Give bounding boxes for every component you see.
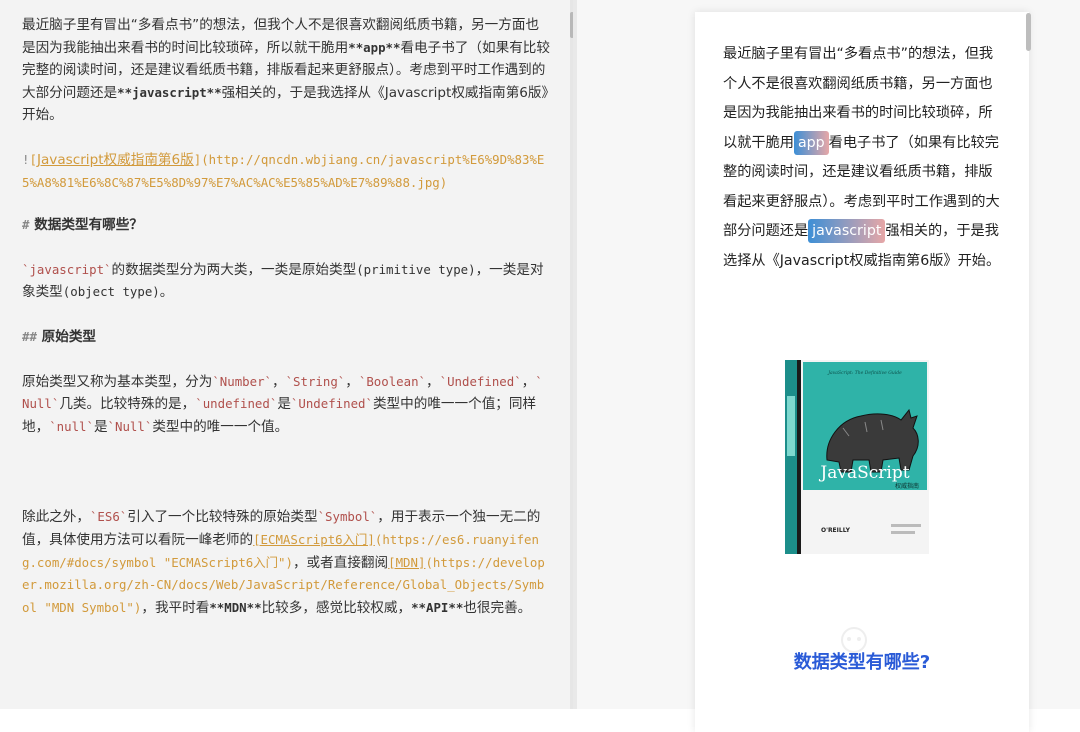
inline-code: `String` bbox=[285, 373, 346, 389]
preview-scrollbar-thumb[interactable] bbox=[1026, 13, 1031, 51]
inline-code: `Symbol` bbox=[317, 509, 378, 525]
preview-article: 最近脑子里有冒出“多看点书”的想法，但我个人不是很喜欢翻阅纸质书籍，另一方面也是… bbox=[695, 12, 1029, 732]
text: ，或者直接翻阅 bbox=[292, 554, 389, 571]
bracket: [ bbox=[29, 151, 37, 167]
markdown-editor[interactable]: 最近脑子里有冒出“多看点书”的想法，但我个人不是很喜欢翻阅纸质书籍，另一方面也是… bbox=[0, 0, 572, 709]
inline-code: `javascript` bbox=[22, 261, 112, 277]
heading-text: 原始类型 bbox=[41, 328, 97, 345]
bold-markup: **app** bbox=[348, 39, 401, 55]
text: (object type) bbox=[62, 284, 160, 300]
heading-mark: ## bbox=[22, 328, 37, 344]
text: 是 bbox=[277, 396, 291, 413]
text: ，我平时看 bbox=[141, 599, 210, 616]
inline-code: `Undefined` bbox=[439, 373, 522, 389]
inline-code: `Null` bbox=[107, 418, 153, 434]
text: 。 bbox=[159, 284, 174, 301]
inline-code-chip: javascript bbox=[808, 219, 886, 243]
text: 引入了一个比较特殊的原始类型 bbox=[127, 509, 318, 526]
text: (primitive type) bbox=[356, 261, 476, 277]
inline-code: `ES6` bbox=[89, 509, 128, 525]
editor-paragraph: `javascript`的数据类型分为两大类，一类是原始类型(primitive… bbox=[22, 259, 550, 304]
inline-code: `null` bbox=[49, 418, 94, 434]
bold-markup: **MDN** bbox=[209, 599, 262, 615]
text: ， bbox=[345, 373, 359, 390]
book-title-cn: 权威指南 bbox=[895, 482, 919, 490]
text: ， bbox=[272, 373, 286, 390]
text: 的数据类型分为两大类，一类是原始类型 bbox=[111, 261, 357, 278]
text: 几类。比较特殊的是， bbox=[59, 396, 196, 413]
heading-mark: # bbox=[22, 217, 30, 233]
inline-code: `Number` bbox=[212, 373, 272, 389]
inline-code: `Undefined` bbox=[290, 396, 373, 412]
editor-heading-1: # 数据类型有哪些？ bbox=[22, 214, 550, 237]
text: 也很完善。 bbox=[463, 599, 532, 616]
book-cover-image: JavaScript: The Definitive Guide JavaScr… bbox=[785, 360, 929, 554]
preview-heading: 数据类型有哪些? bbox=[793, 652, 931, 673]
text: 类型中的唯一一个值。 bbox=[152, 418, 289, 435]
text: 比较多，感觉比较权威， bbox=[261, 599, 412, 616]
inline-code-chip: app bbox=[793, 130, 829, 155]
bold-markup: **API** bbox=[411, 599, 464, 615]
mdn-link[interactable]: [MDN] bbox=[388, 555, 425, 570]
text: ， bbox=[426, 373, 440, 390]
text: 强相关的，于是我选择从 bbox=[221, 84, 372, 101]
inline-code: `Boolean` bbox=[358, 373, 427, 389]
editor-paragraph: 除此之外，`ES6`引入了一个比较特殊的原始类型`Symbol`，用于表示一个独… bbox=[22, 506, 550, 619]
book-publisher: O'REILLY bbox=[821, 527, 851, 534]
text: 除此之外， bbox=[22, 509, 90, 526]
editor-content[interactable]: 最近脑子里有冒出“多看点书”的想法，但我个人不是很喜欢翻阅纸质书籍，另一方面也是… bbox=[22, 14, 550, 619]
book-title-en: JavaScript bbox=[818, 463, 909, 483]
text: 原始类型又称为基本类型，分为 bbox=[22, 373, 213, 390]
preview-paragraph: 最近脑子里有冒出“多看点书”的想法，但我个人不是很喜欢翻阅纸质书籍，另一方面也是… bbox=[723, 40, 1001, 276]
book-subtitle: JavaScript: The Definitive Guide bbox=[827, 370, 902, 376]
image-link-text[interactable]: Javascript权威指南第6版 bbox=[37, 152, 194, 168]
heading-text: 数据类型有哪些？ bbox=[34, 217, 143, 234]
preview-pane[interactable]: 最近脑子里有冒出“多看点书”的想法，但我个人不是很喜欢翻阅纸质书籍，另一方面也是… bbox=[577, 0, 1080, 732]
inline-code: `undefined` bbox=[195, 396, 278, 412]
editor-paragraph: 最近脑子里有冒出“多看点书”的想法，但我个人不是很喜欢翻阅纸质书籍，另一方面也是… bbox=[22, 14, 550, 127]
editor-image-line: ![Javascript权威指南第6版](http://qncdn.wbjian… bbox=[22, 149, 550, 194]
text: 是 bbox=[93, 418, 108, 435]
editor-paragraph: 原始类型又称为基本类型，分为`Number`，`String`，`Boolean… bbox=[22, 371, 550, 439]
bold-markup: **javascript** bbox=[117, 84, 222, 100]
editor-heading-2: ## 原始类型 bbox=[22, 326, 550, 349]
text: ， bbox=[521, 373, 536, 390]
ecmascript6-link[interactable]: [ECMAScript6入门] bbox=[253, 532, 375, 547]
